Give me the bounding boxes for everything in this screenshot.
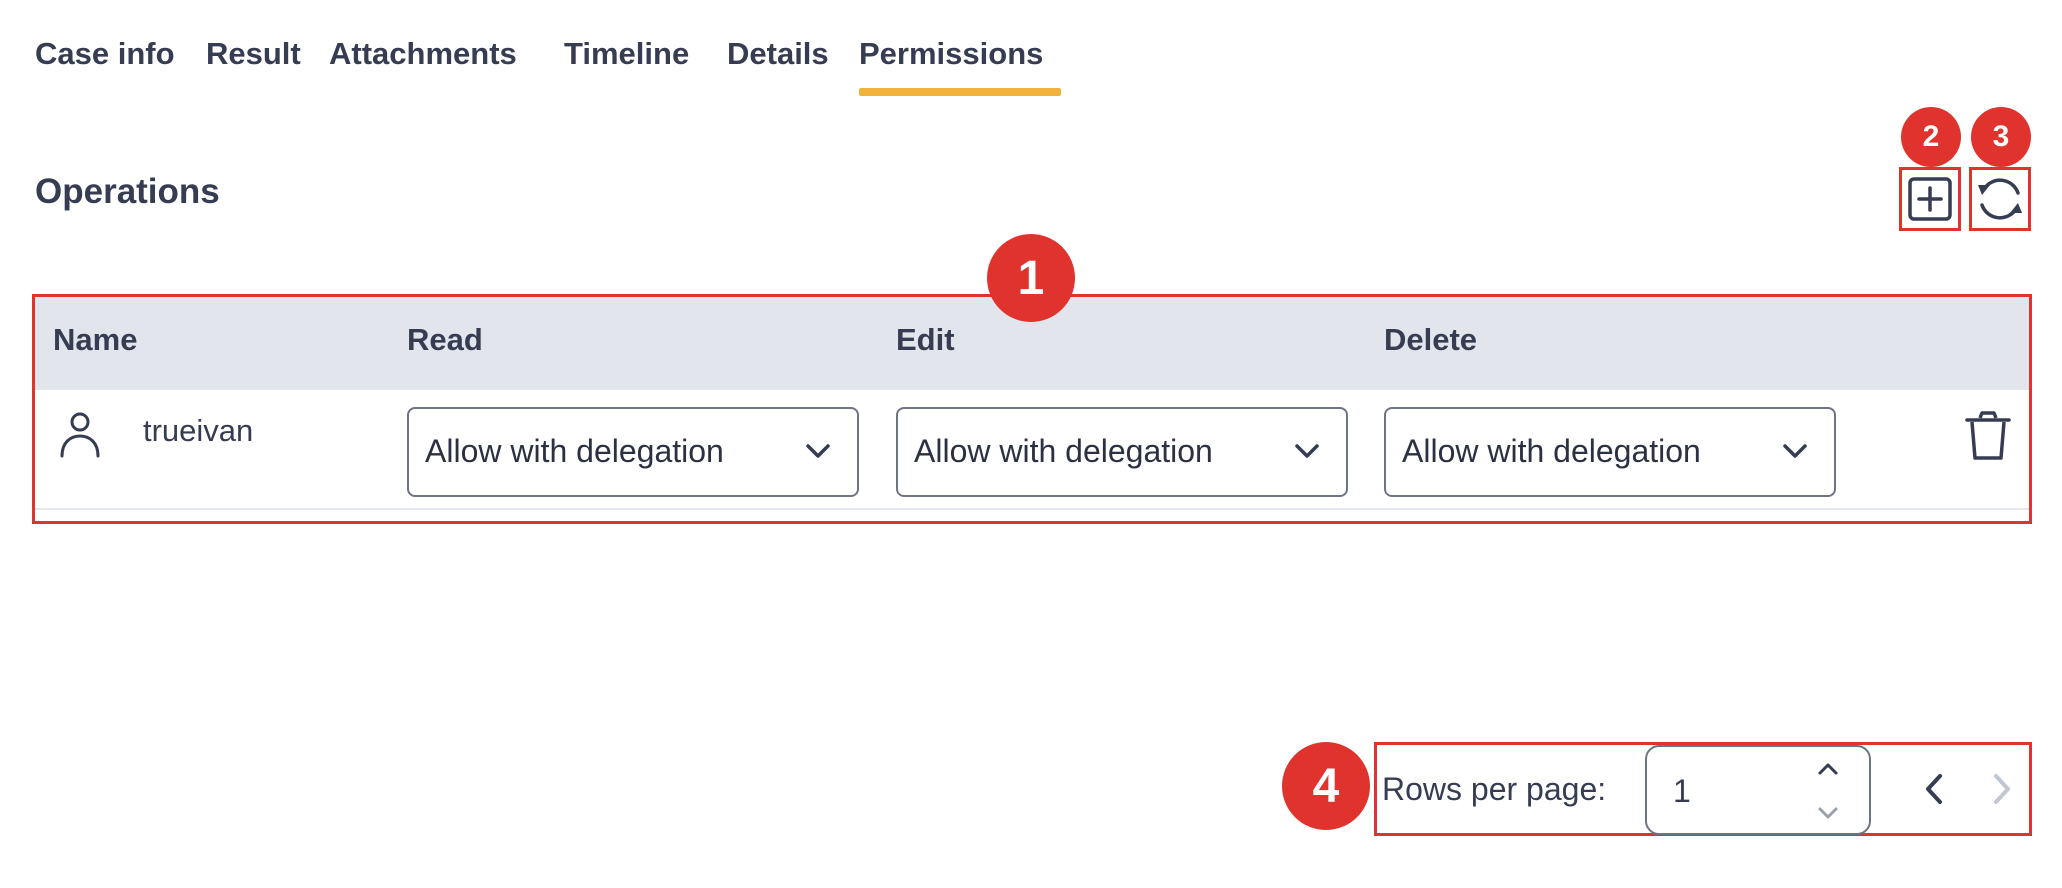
pagination: Rows per page: 1 — [1374, 742, 2032, 836]
tab-result[interactable]: Result — [206, 30, 301, 78]
read-permission-value: Allow with delegation — [425, 433, 724, 469]
rows-per-page-label: Rows per page: — [1382, 771, 1607, 807]
tab-details[interactable]: Details — [727, 30, 829, 78]
chevron-down-icon — [806, 444, 830, 458]
add-button-highlight — [1899, 167, 1961, 231]
column-header-name: Name — [53, 322, 138, 357]
annotation-badge-2: 2 — [1901, 107, 1961, 167]
tab-case-info[interactable]: Case info — [35, 30, 175, 78]
rows-per-page-value: 1 — [1673, 773, 1691, 809]
refresh-button[interactable] — [1974, 173, 2026, 225]
tab-permissions[interactable]: Permissions — [859, 30, 1043, 78]
read-permission-select[interactable]: Allow with delegation — [407, 407, 859, 497]
previous-page-button[interactable] — [1920, 771, 1948, 807]
refresh-icon — [1978, 178, 2022, 220]
annotation-badge-4: 4 — [1282, 742, 1370, 830]
annotation-badge-3: 3 — [1971, 107, 2031, 167]
next-page-button[interactable] — [1988, 771, 2016, 807]
trash-icon[interactable] — [1964, 410, 2012, 462]
refresh-button-highlight — [1969, 167, 2031, 231]
column-header-read: Read — [407, 322, 483, 357]
column-header-delete: Delete — [1384, 322, 1478, 357]
page-title: Operations — [35, 172, 220, 211]
edit-permission-value: Allow with delegation — [914, 433, 1213, 469]
tab-timeline[interactable]: Timeline — [564, 30, 689, 78]
edit-permission-select[interactable]: Allow with delegation — [896, 407, 1348, 497]
tab-attachments[interactable]: Attachments — [329, 30, 517, 78]
permissions-table: Name Read Edit Delete trueivan Allow wit… — [32, 294, 2032, 524]
user-icon — [60, 412, 100, 458]
chevron-down-icon — [1783, 444, 1807, 458]
chevron-down-icon — [1295, 444, 1319, 458]
chevron-down-icon[interactable] — [1817, 805, 1839, 821]
user-name: trueivan — [143, 413, 254, 448]
table-row: trueivan Allow with delegation Allow wit… — [35, 390, 2029, 510]
chevron-up-icon[interactable] — [1817, 761, 1839, 777]
column-header-edit: Edit — [896, 322, 955, 357]
delete-permission-value: Allow with delegation — [1402, 433, 1701, 469]
annotation-badge-1: 1 — [987, 234, 1075, 322]
add-button[interactable] — [1907, 176, 1953, 222]
rows-per-page-input[interactable]: 1 — [1645, 745, 1871, 835]
plus-square-icon — [1908, 177, 1952, 221]
delete-permission-select[interactable]: Allow with delegation — [1384, 407, 1836, 497]
active-tab-indicator — [859, 88, 1061, 96]
